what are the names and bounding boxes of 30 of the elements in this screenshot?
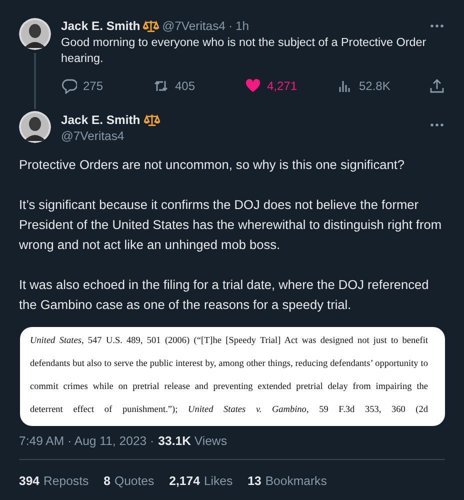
tweet-text: It was also echoed in the filing for a trial date, where the DOJ referenced the Gambino case as one of the reasons for a speedy trial. (19, 276, 430, 314)
author-name[interactable]: Jack E. Smith (61, 112, 140, 126)
author-handle[interactable]: @7Veritas4 (162, 19, 226, 33)
tweet-text: Protective Orders are not uncommon, so why is this one significant? (19, 156, 406, 174)
repost-button[interactable]: 405 (153, 78, 245, 94)
stat-link[interactable]: 2,174 Likes (169, 474, 233, 488)
repost-icon (153, 78, 169, 94)
share-button[interactable] (429, 78, 445, 94)
heart-icon (245, 78, 261, 94)
stat-link[interactable]: 8 Quotes (104, 474, 154, 488)
document-text: United States, 547 U.S. 489, 501 (2006) (“[T]he [Speedy Trial] Act was designed not just to benefit defendants but also to serve the public interest by, among other things, reducing defendants’ opportunity to commit crimes while on pretrial release and preventing extended pretrial delay from impairing the deterrent effect of punishment.”); United States v. Gambino, 59 F.3d 353, 360 (2d (30, 335, 428, 417)
document-image[interactable] (20, 327, 445, 426)
timestamp[interactable]: 7:49 AM · Aug 11, 2023 · (19, 434, 154, 448)
stat-link[interactable]: 13 Bookmarks (248, 474, 327, 488)
tweet-text: Good morning to everyone who is not the subject of a Protective Order hearing. (61, 35, 428, 67)
stat-link[interactable]: 394 Reposts (19, 474, 89, 488)
author-name[interactable]: Jack E. Smith (61, 19, 140, 33)
reply-icon (61, 78, 77, 94)
separator-dot: · (228, 19, 233, 33)
bar-chart-icon (337, 78, 353, 94)
views-button[interactable]: 52.8K (337, 78, 429, 94)
post-time[interactable]: 1h (236, 19, 250, 33)
share-icon (429, 78, 445, 94)
verified-badge-icon (143, 18, 160, 34)
verified-badge-icon (144, 112, 160, 128)
view-count[interactable]: 33.1K Views (158, 434, 227, 448)
reply-button[interactable]: 275 (61, 78, 153, 94)
author-handle[interactable]: @7Veritas4 (61, 128, 160, 142)
like-button[interactable]: 4,271 (245, 78, 337, 94)
tweet-text: It’s significant because it confirms the DOJ does not believe the former President of the United States has the wherewithal to distinguish right from wrong and not act like an unhinged mob boss. (19, 196, 443, 254)
